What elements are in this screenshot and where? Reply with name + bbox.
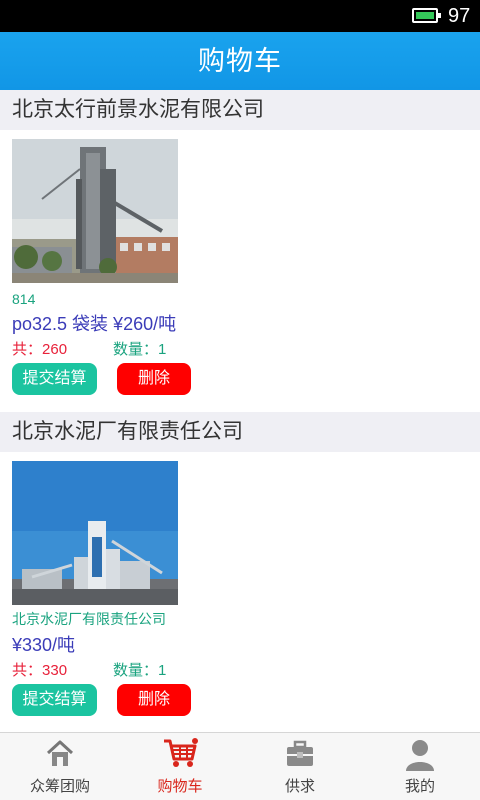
total-price: 共：330 [12, 662, 68, 679]
product-spec-price: ¥330/吨 [12, 635, 76, 655]
product-name[interactable]: 814 [12, 290, 35, 308]
product-image[interactable] [12, 139, 178, 283]
home-icon [46, 740, 74, 766]
bottom-tab-bar: 众筹团购 购物车 供求 我的 [0, 732, 480, 800]
user-icon [406, 740, 434, 771]
product-spec-price: po32.5 袋装 ¥260/吨 [12, 314, 177, 334]
shop-name: 北京水泥厂有限责任公司 [12, 420, 243, 443]
shop-name: 北京太行前景水泥有限公司 [12, 98, 264, 121]
total-price: 共：260 [12, 341, 68, 358]
cart-icon [164, 738, 198, 767]
quantity: 数量：1 [113, 662, 167, 679]
status-bar: 97 [0, 0, 480, 32]
briefcase-icon [287, 740, 313, 766]
delete-button[interactable]: 删除 [117, 684, 191, 716]
submit-checkout-button[interactable]: 提交结算 [12, 684, 97, 716]
battery-level: 97 [448, 5, 471, 27]
tab-mine[interactable]: 我的 [360, 733, 480, 800]
tab-supply-demand[interactable]: 供求 [240, 733, 360, 800]
submit-checkout-button[interactable]: 提交结算 [12, 363, 97, 395]
title-bar: 购物车 [0, 32, 480, 90]
tab-label: 我的 [404, 778, 435, 795]
delete-button[interactable]: 删除 [117, 363, 191, 395]
tab-label: 购物车 [157, 778, 203, 795]
shop-header[interactable]: 北京太行前景水泥有限公司 [0, 90, 480, 130]
quantity: 数量：1 [113, 341, 167, 358]
battery-icon [412, 8, 441, 23]
product-image[interactable] [12, 461, 178, 605]
tab-label: 供求 [284, 778, 315, 795]
tab-label: 众筹团购 [29, 778, 90, 795]
product-name[interactable]: 北京水泥厂有限责任公司 [12, 610, 166, 628]
tab-cart[interactable]: 购物车 [120, 733, 240, 800]
tab-crowdfunding[interactable]: 众筹团购 [0, 733, 120, 800]
shop-header[interactable]: 北京水泥厂有限责任公司 [0, 412, 480, 452]
page-title: 购物车 [198, 46, 282, 76]
